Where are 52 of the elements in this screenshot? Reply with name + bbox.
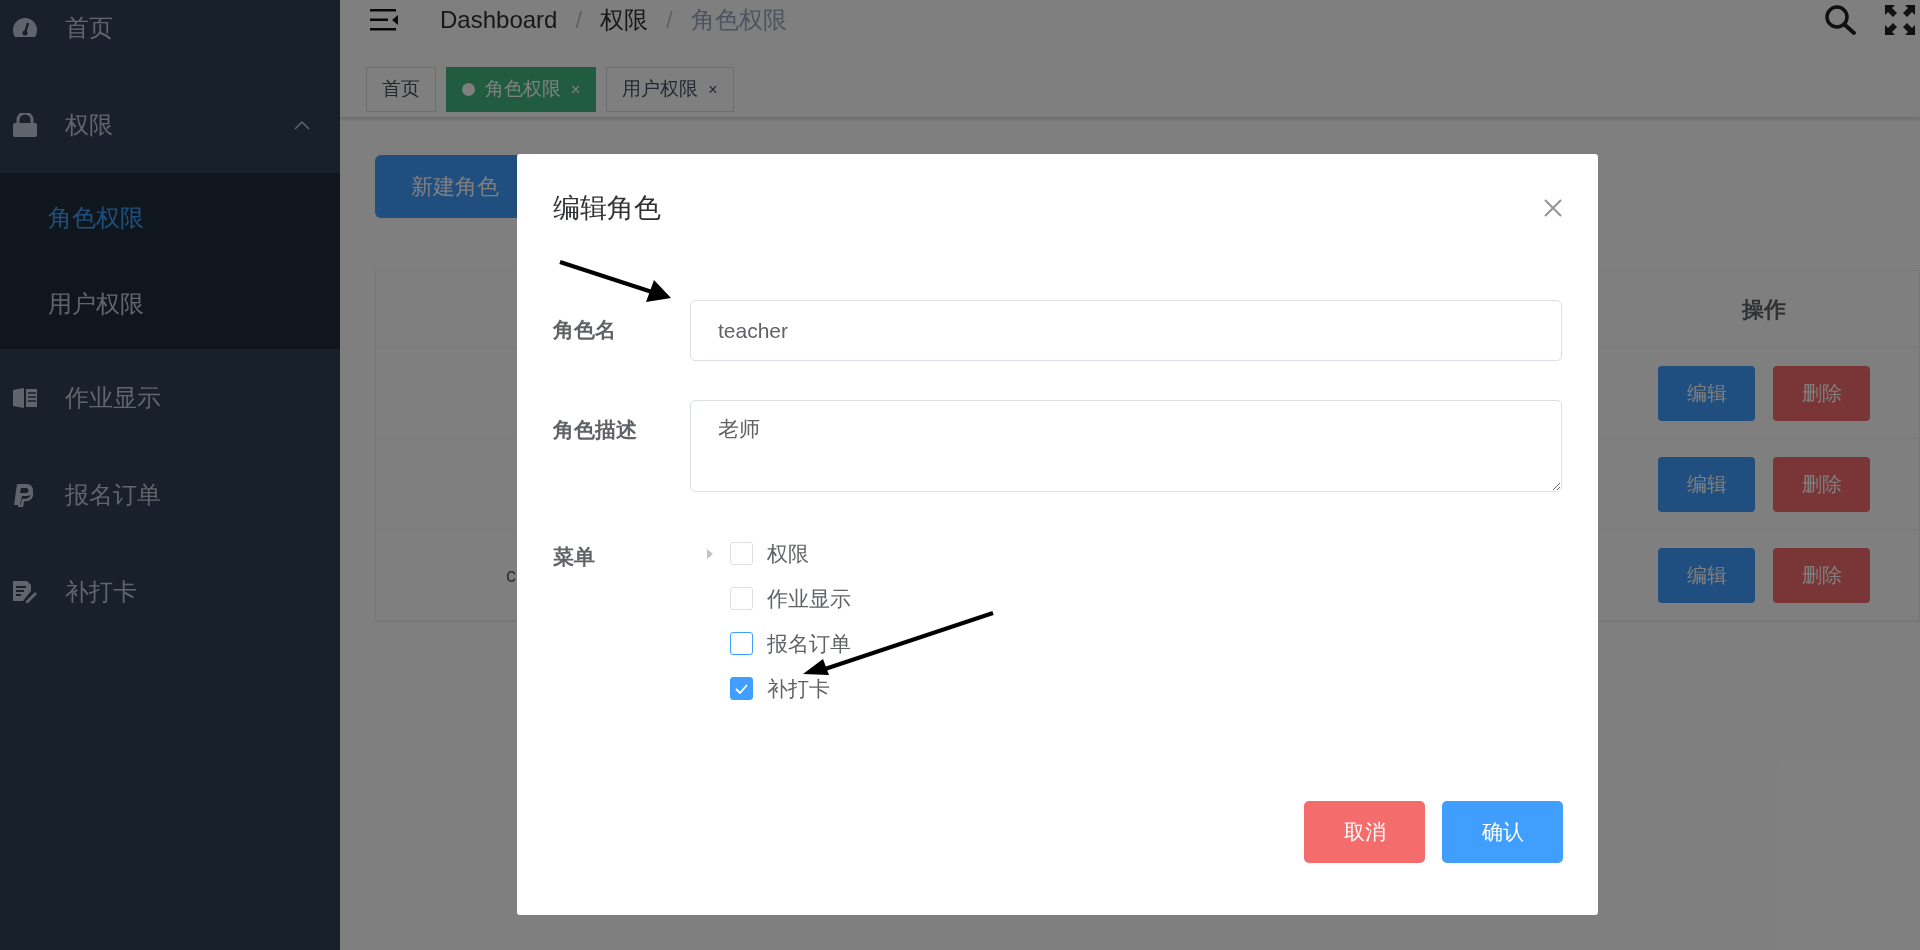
confirm-button[interactable]: 确认 (1442, 801, 1563, 863)
edit-button[interactable]: 编辑 (1658, 456, 1755, 512)
tag-label[interactable]: 角色权限 (485, 75, 561, 104)
edit-button[interactable]: 编辑 (1658, 547, 1755, 603)
dialog-title: 编辑角色 (553, 191, 661, 225)
menu-icon[interactable] (370, 8, 400, 32)
tag[interactable]: 角色权限 × (446, 67, 597, 112)
sidebar-item[interactable]: 权限 (65, 106, 113, 143)
field-label: 菜单 (553, 545, 595, 568)
checkbox-label: 报名订单 (767, 630, 851, 657)
text-input[interactable]: teacher (690, 300, 1562, 361)
checkbox-label: 补打卡 (767, 675, 830, 702)
field-label: 角色名 (553, 318, 616, 341)
breadcrumb-separator: / (666, 5, 673, 35)
submenu-item[interactable]: 角色权限 (48, 200, 144, 236)
expand-arrow-icon[interactable] (706, 547, 714, 560)
close-icon[interactable] (1544, 199, 1562, 217)
sidebar-item[interactable]: 作业显示 (65, 379, 161, 416)
sidebar-item[interactable]: 首页 (65, 9, 113, 46)
checkbox[interactable] (730, 632, 753, 655)
breadcrumb-separator: / (575, 5, 583, 35)
caret-icon[interactable] (294, 119, 310, 130)
delete-button[interactable]: 删除 (1773, 547, 1870, 603)
delete-button[interactable]: 删除 (1773, 365, 1870, 421)
checkbox[interactable] (730, 677, 753, 700)
delete-button[interactable]: 删除 (1773, 456, 1870, 512)
breadcrumb-item[interactable]: Dashboard (440, 2, 558, 38)
checkbox-label: 权限 (767, 540, 809, 567)
checkbox-label: 作业显示 (767, 585, 851, 612)
submenu-item[interactable]: 用户权限 (48, 286, 144, 322)
document-edit-icon (12, 579, 38, 604)
fullscreen-icon[interactable] (1884, 4, 1916, 36)
text-area[interactable]: 老师 (690, 400, 1562, 492)
check-icon (735, 683, 748, 694)
tag[interactable]: 用户权限 × (606, 67, 734, 112)
sidebar-item[interactable]: 报名订单 (65, 476, 161, 513)
book-icon (12, 386, 38, 409)
cancel-button[interactable]: 取消 (1304, 801, 1425, 863)
table-cell-text: c (506, 563, 516, 588)
field-label: 角色描述 (553, 418, 637, 441)
lock-icon (12, 112, 38, 137)
speedometer-icon (12, 16, 38, 39)
sidebar-item[interactable]: 补打卡 (65, 573, 137, 610)
tag[interactable]: 首页 (366, 67, 436, 112)
breadcrumb-item[interactable]: 权限 (600, 2, 649, 38)
edit-button[interactable]: 编辑 (1658, 365, 1755, 421)
search-icon[interactable] (1824, 4, 1858, 36)
tag-label[interactable]: 用户权限 (622, 75, 699, 104)
close-icon[interactable]: × (708, 77, 718, 102)
close-icon[interactable]: × (571, 77, 581, 102)
tag-label[interactable]: 首页 (382, 75, 420, 104)
column-header: 操作 (1740, 295, 1787, 324)
